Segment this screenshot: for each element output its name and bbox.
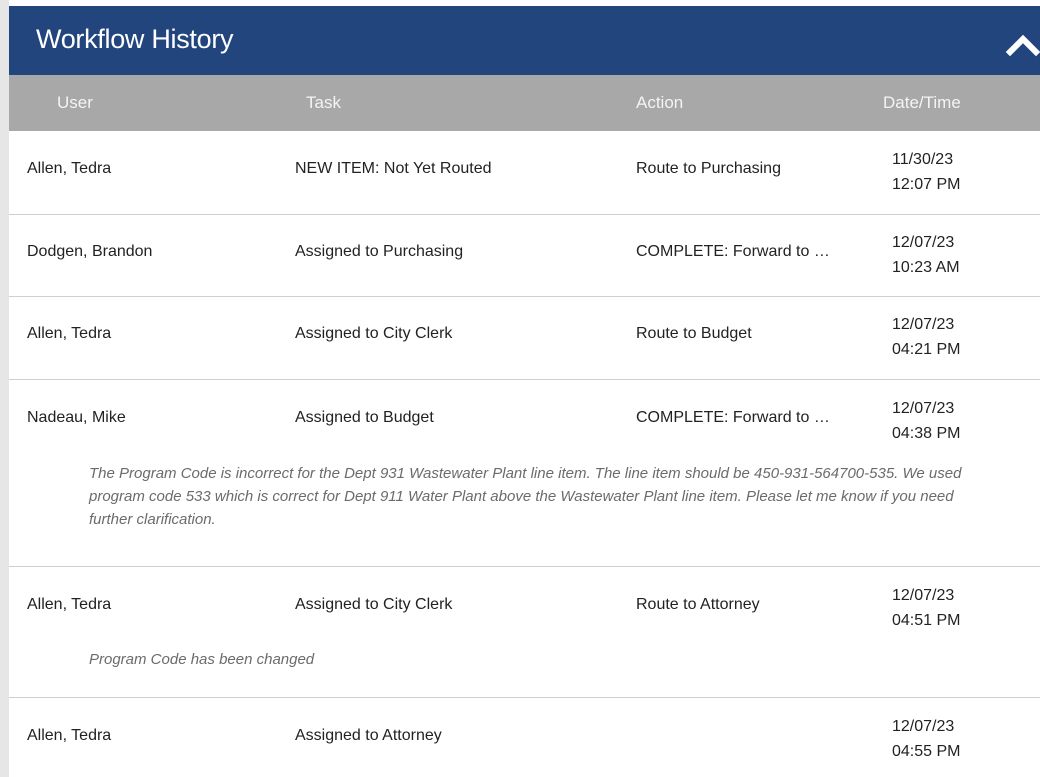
workflow-history-panel: Workflow History User Task Action Date/T… bbox=[0, 0, 1040, 777]
row-date: 12/07/23 bbox=[892, 400, 955, 417]
row-task: Assigned to Budget bbox=[295, 409, 434, 426]
table-row: Allen, Tedra NEW ITEM: Not Yet Routed Ro… bbox=[9, 131, 1040, 215]
row-time: 12:07 PM bbox=[892, 176, 961, 193]
row-task: NEW ITEM: Not Yet Routed bbox=[295, 160, 492, 177]
column-header-user: User bbox=[57, 93, 93, 112]
workflow-history-list: Allen, Tedra NEW ITEM: Not Yet Routed Ro… bbox=[9, 131, 1040, 777]
table-row: Allen, Tedra Assigned to City Clerk Rout… bbox=[9, 297, 1040, 380]
table-row: Allen, Tedra Assigned to Attorney 12/07/… bbox=[9, 698, 1040, 777]
row-task: Assigned to City Clerk bbox=[295, 596, 453, 613]
column-header-datetime: Date/Time bbox=[883, 93, 961, 112]
column-header-row: User Task Action Date/Time bbox=[9, 75, 1040, 131]
row-date: 12/07/23 bbox=[892, 587, 955, 604]
row-action: COMPLETE: Forward to … bbox=[636, 243, 830, 260]
column-header-task: Task bbox=[306, 93, 341, 112]
row-action: Route to Attorney bbox=[636, 596, 760, 613]
row-user: Allen, Tedra bbox=[27, 727, 112, 744]
column-header-action: Action bbox=[636, 93, 684, 112]
row-datetime: 12/07/23 04:21 PM bbox=[892, 312, 960, 362]
row-task: Assigned to Purchasing bbox=[295, 243, 464, 260]
row-time: 10:23 AM bbox=[892, 259, 960, 276]
row-action: Route to Purchasing bbox=[636, 160, 781, 177]
row-datetime: 12/07/23 04:55 PM bbox=[892, 714, 960, 764]
row-user: Allen, Tedra bbox=[27, 596, 112, 613]
row-datetime: 12/07/23 04:38 PM bbox=[892, 396, 960, 446]
row-user: Nadeau, Mike bbox=[27, 409, 126, 426]
row-comment: Program Code has been changed bbox=[89, 651, 315, 668]
row-task: Assigned to Attorney bbox=[295, 727, 442, 744]
table-row: Nadeau, Mike Assigned to Budget COMPLETE… bbox=[9, 380, 1040, 567]
row-time: 04:21 PM bbox=[892, 341, 961, 358]
row-date: 12/07/23 bbox=[892, 316, 955, 333]
row-user: Allen, Tedra bbox=[27, 160, 112, 177]
row-datetime: 12/07/23 04:51 PM bbox=[892, 583, 960, 633]
row-date: 12/07/23 bbox=[892, 234, 955, 251]
row-date: 12/07/23 bbox=[892, 718, 955, 735]
row-user: Allen, Tedra bbox=[27, 325, 112, 342]
row-action: COMPLETE: Forward to … bbox=[636, 409, 830, 426]
row-time: 04:38 PM bbox=[892, 425, 961, 442]
panel-header[interactable]: Workflow History bbox=[9, 6, 1040, 75]
table-row: Dodgen, Brandon Assigned to Purchasing C… bbox=[9, 215, 1040, 297]
row-comment: The Program Code is incorrect for the De… bbox=[89, 465, 962, 528]
row-datetime: 11/30/23 12:07 PM bbox=[892, 147, 960, 197]
row-datetime: 12/07/23 10:23 AM bbox=[892, 230, 960, 280]
panel-left-edge bbox=[0, 0, 9, 777]
table-row: Allen, Tedra Assigned to City Clerk Rout… bbox=[9, 567, 1040, 698]
row-time: 04:51 PM bbox=[892, 612, 961, 629]
row-user: Dodgen, Brandon bbox=[27, 243, 153, 260]
row-action: Route to Budget bbox=[636, 325, 752, 342]
row-date: 11/30/23 bbox=[892, 151, 954, 168]
panel-title: Workflow History bbox=[36, 24, 234, 54]
row-time: 04:55 PM bbox=[892, 743, 961, 760]
chevron-up-icon[interactable] bbox=[1005, 30, 1040, 58]
row-task: Assigned to City Clerk bbox=[295, 325, 453, 342]
